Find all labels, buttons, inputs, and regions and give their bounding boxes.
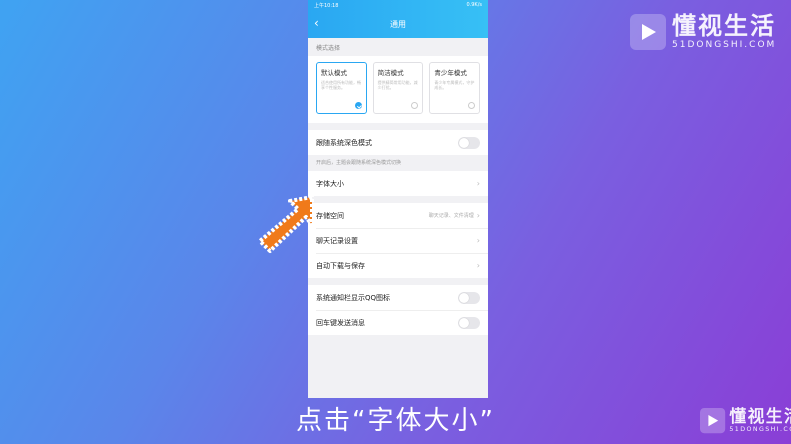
- font-size-row[interactable]: 字体大小 ›: [308, 171, 488, 196]
- dark-mode-toggle[interactable]: [458, 136, 480, 149]
- dark-mode-row: 跟随系统深色模式: [308, 130, 488, 155]
- pointer-arrow-icon: [258, 195, 314, 253]
- mode-card-desc: 提供精简常用功能，减少打扰。: [377, 80, 418, 91]
- chat-settings-row[interactable]: 聊天记录设置 ›: [308, 228, 488, 253]
- watermark-domain: 51DONGSHI.COM: [672, 40, 777, 50]
- enter-send-label: 回车键发送消息: [316, 318, 365, 327]
- mode-card-title: 青少年模式: [434, 69, 467, 77]
- phone-screen: 上午10:18 0.9K/s ‹ 通用 模式选择 默认模式 适合使用所有功能，畅…: [308, 0, 488, 398]
- enter-send-toggle[interactable]: [458, 316, 480, 329]
- mode-card-desc: 适合使用所有功能，畅享个性服务。: [321, 80, 361, 91]
- page-title: 通用: [390, 19, 406, 29]
- storage-row[interactable]: 存储空间 聊天记录、文件清理 ›: [308, 203, 488, 228]
- enter-send-row: 回车键发送消息: [308, 310, 488, 335]
- dark-mode-hint: 开启后，主题会跟随系统深色模式切换: [316, 160, 402, 166]
- status-time: 上午10:18: [314, 2, 339, 9]
- back-chevron-icon[interactable]: ‹: [314, 16, 319, 30]
- status-bar: 上午10:18 0.9K/s: [308, 0, 488, 10]
- chevron-right-icon: ›: [476, 211, 480, 220]
- qq-icon-row: 系统通知栏显示QQ图标: [308, 285, 488, 310]
- mode-card-simple[interactable]: 简洁模式 提供精简常用功能，减少打扰。: [372, 62, 424, 114]
- radio-icon: [468, 102, 476, 109]
- watermark-brand: 懂视生活: [729, 406, 791, 427]
- radio-icon: [411, 102, 419, 109]
- instruction-caption: 点击“字体大小”: [296, 406, 495, 436]
- chevron-right-icon: ›: [476, 261, 480, 270]
- mode-selector: 默认模式 适合使用所有功能，畅享个性服务。 简洁模式 提供精简常用功能，减少打扰…: [308, 56, 488, 123]
- qq-icon-toggle[interactable]: [458, 291, 480, 304]
- check-icon: [354, 102, 362, 109]
- mode-card-title: 简洁模式: [377, 69, 404, 77]
- mode-card-desc: 青少年专属模式，守护成长。: [434, 80, 475, 91]
- qq-icon-label: 系统通知栏显示QQ图标: [316, 293, 391, 302]
- chevron-right-icon: ›: [476, 236, 480, 245]
- watermark-top: 懂视生活 51DONGSHI.COM: [630, 14, 776, 50]
- auto-download-row[interactable]: 自动下载与保存 ›: [308, 253, 488, 278]
- status-network: 0.9K/s: [466, 2, 482, 8]
- play-logo-icon: [700, 408, 726, 434]
- mode-card-default[interactable]: 默认模式 适合使用所有功能，畅享个性服务。: [316, 62, 367, 114]
- storage-value: 聊天记录、文件清理: [428, 213, 474, 219]
- mode-card-title: 默认模式: [321, 69, 347, 77]
- play-logo-icon: [630, 14, 666, 50]
- mode-card-teen[interactable]: 青少年模式 青少年专属模式，守护成长。: [429, 62, 481, 114]
- watermark-bottom: 懂视生活 51DONGSHI.COM: [700, 406, 791, 434]
- nav-bar: ‹ 通用: [308, 10, 488, 38]
- watermark-domain: 51DONGSHI.COM: [729, 426, 791, 434]
- chevron-right-icon: ›: [476, 179, 480, 188]
- watermark-brand: 懂视生活: [672, 12, 776, 40]
- mode-section-label: 模式选择: [316, 45, 341, 52]
- dark-mode-label: 跟随系统深色模式: [316, 138, 372, 147]
